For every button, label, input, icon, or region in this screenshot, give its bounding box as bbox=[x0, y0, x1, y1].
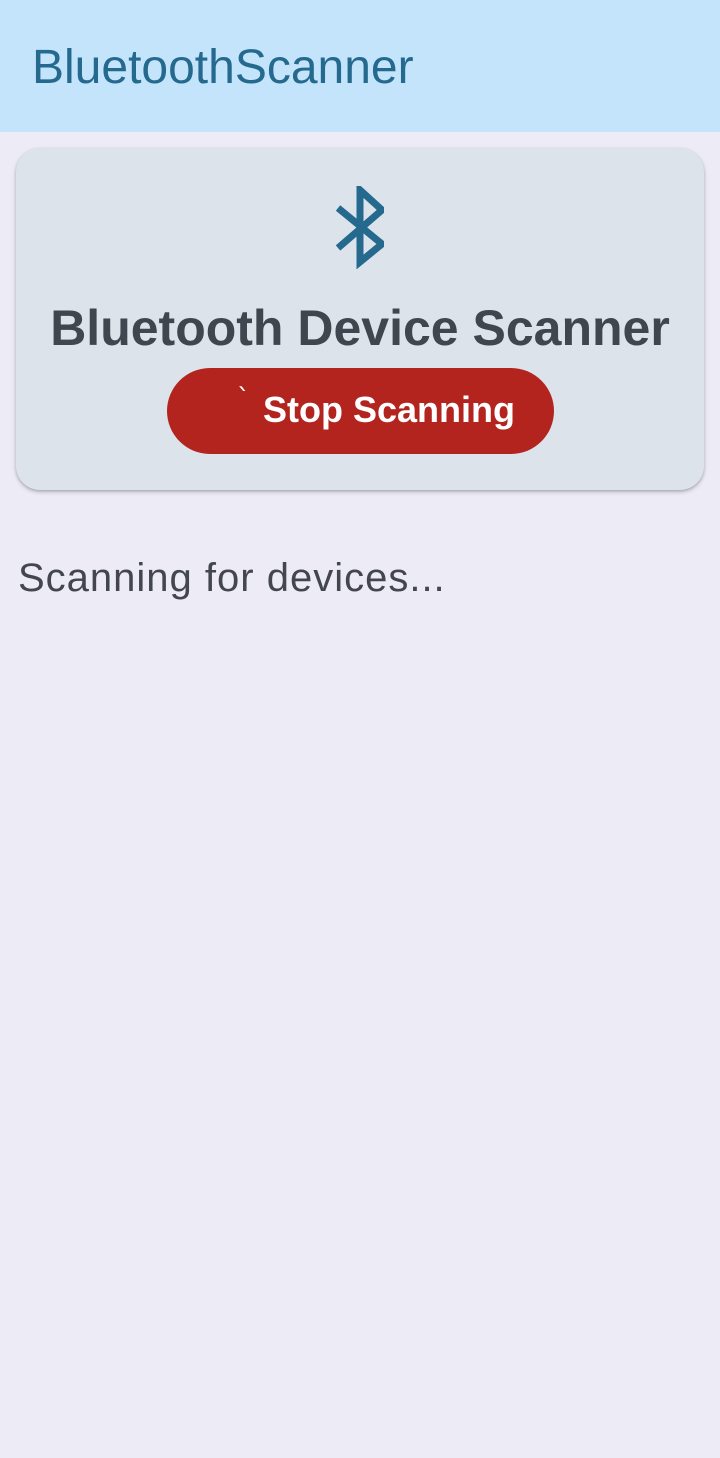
card-title: Bluetooth Device Scanner bbox=[50, 300, 670, 356]
scan-status-text: Scanning for devices... bbox=[18, 556, 446, 600]
stop-scanning-button[interactable]: ` Stop Scanning bbox=[167, 368, 554, 454]
app-title: BluetoothScanner bbox=[32, 41, 414, 94]
progress-indicator-icon: ` bbox=[237, 384, 250, 414]
stop-scanning-label: Stop Scanning bbox=[263, 389, 515, 430]
scanner-card: Bluetooth Device Scanner ` Stop Scanning bbox=[16, 148, 704, 490]
bluetooth-icon bbox=[336, 186, 384, 270]
top-app-bar: BluetoothScanner bbox=[0, 0, 720, 132]
